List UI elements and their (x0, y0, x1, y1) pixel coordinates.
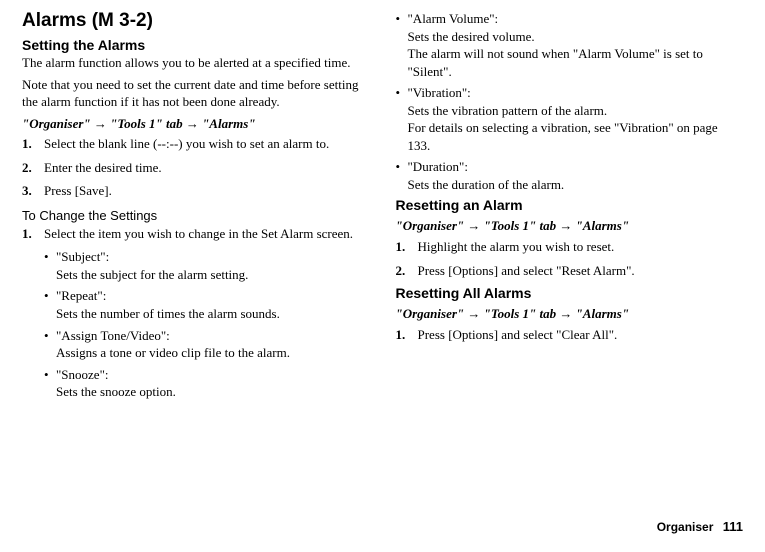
setting-desc: Sets the desired volume. (408, 29, 535, 44)
step-item: 2.Enter the desired time. (22, 159, 370, 177)
change-steps: 1.Select the item you wish to change in … (22, 225, 370, 243)
list-item: "Snooze": Sets the snooze option. (44, 366, 370, 401)
heading-setting-alarms: Setting the Alarms (22, 37, 370, 53)
nav-segment: "Tools 1" tab (484, 218, 556, 233)
nav-segment: "Tools 1" tab (484, 306, 556, 321)
footer-page-number: 111 (723, 519, 743, 534)
step-number: 1. (396, 238, 418, 256)
setting-desc: For details on selecting a vibration, se… (408, 120, 718, 153)
title-shortcut: (M 3-2) (92, 10, 153, 31)
list-item: "Assign Tone/Video": Assigns a tone or v… (44, 327, 370, 362)
page-title: Alarms (M 3-2) (22, 10, 370, 32)
step-text: Select the blank line (--:--) you wish t… (44, 135, 329, 153)
heading-change-settings: To Change the Settings (22, 208, 370, 223)
step-number: 3. (22, 182, 44, 200)
nav-segment: "Alarms" (576, 306, 629, 321)
title-text: Alarms (22, 10, 86, 31)
list-item: "Vibration": Sets the vibration pattern … (396, 84, 744, 154)
step-number: 1. (22, 225, 44, 243)
nav-path-3: "Organiser" → "Tools 1" tab → "Alarms" (396, 305, 744, 323)
list-item: "Alarm Volume": Sets the desired volume.… (396, 10, 744, 80)
list-item: "Duration": Sets the duration of the ala… (396, 158, 744, 193)
arrow-icon: → (94, 116, 110, 131)
step-item: 1.Press [Options] and select "Clear All"… (396, 326, 744, 344)
nav-segment: "Alarms" (576, 218, 629, 233)
arrow-icon: → (559, 306, 575, 321)
list-item: "Subject": Sets the subject for the alar… (44, 248, 370, 283)
setting-steps: 1.Select the blank line (--:--) you wish… (22, 135, 370, 200)
setting-name: "Alarm Volume": (408, 11, 499, 26)
setting-desc: Sets the duration of the alarm. (408, 177, 565, 192)
reset-steps: 1.Highlight the alarm you wish to reset.… (396, 238, 744, 279)
step-text: Select the item you wish to change in th… (44, 225, 353, 243)
step-text: Enter the desired time. (44, 159, 162, 177)
arrow-icon: → (467, 218, 483, 233)
intro-paragraph-1: The alarm function allows you to be aler… (22, 54, 370, 72)
settings-list: "Subject": Sets the subject for the alar… (22, 248, 370, 400)
nav-path-1: "Organiser" → "Tools 1" tab → "Alarms" (22, 115, 370, 133)
step-number: 2. (22, 159, 44, 177)
reset-all-steps: 1.Press [Options] and select "Clear All"… (396, 326, 744, 344)
step-text: Press [Options] and select "Reset Alarm"… (418, 262, 635, 280)
step-item: 1.Select the blank line (--:--) you wish… (22, 135, 370, 153)
arrow-icon: → (467, 306, 483, 321)
setting-name: "Assign Tone/Video": (56, 328, 170, 343)
setting-desc: Sets the snooze option. (56, 384, 176, 399)
intro-paragraph-2: Note that you need to set the current da… (22, 76, 370, 111)
nav-path-2: "Organiser" → "Tools 1" tab → "Alarms" (396, 217, 744, 235)
setting-desc: Sets the vibration pattern of the alarm. (408, 103, 608, 118)
footer-section-label: Organiser (657, 520, 714, 534)
step-text: Press [Options] and select "Clear All". (418, 326, 618, 344)
setting-name: "Subject": (56, 249, 109, 264)
heading-reset-alarm: Resetting an Alarm (396, 197, 744, 213)
nav-segment: "Organiser" (396, 306, 465, 321)
step-item: 1.Highlight the alarm you wish to reset. (396, 238, 744, 256)
nav-segment: "Organiser" (396, 218, 465, 233)
page-footer: Organiser 111 (657, 519, 743, 534)
setting-desc: Assigns a tone or video clip file to the… (56, 345, 290, 360)
step-item: 1.Select the item you wish to change in … (22, 225, 370, 243)
setting-desc: Sets the number of times the alarm sound… (56, 306, 280, 321)
setting-name: "Duration": (408, 159, 468, 174)
setting-desc: The alarm will not sound when "Alarm Vol… (408, 46, 703, 79)
step-text: Press [Save]. (44, 182, 112, 200)
step-number: 1. (22, 135, 44, 153)
step-item: 2.Press [Options] and select "Reset Alar… (396, 262, 744, 280)
settings-list-continued: "Alarm Volume": Sets the desired volume.… (396, 10, 744, 193)
right-column: "Alarm Volume": Sets the desired volume.… (396, 10, 744, 405)
nav-segment: "Organiser" (22, 116, 91, 131)
heading-reset-all-alarms: Resetting All Alarms (396, 285, 744, 301)
setting-desc: Sets the subject for the alarm setting. (56, 267, 248, 282)
step-number: 1. (396, 326, 418, 344)
setting-name: "Snooze": (56, 367, 109, 382)
left-column: Alarms (M 3-2) Setting the Alarms The al… (22, 10, 370, 405)
nav-segment: "Alarms" (202, 116, 255, 131)
arrow-icon: → (186, 116, 202, 131)
step-item: 3.Press [Save]. (22, 182, 370, 200)
list-item: "Repeat": Sets the number of times the a… (44, 287, 370, 322)
step-text: Highlight the alarm you wish to reset. (418, 238, 615, 256)
step-number: 2. (396, 262, 418, 280)
arrow-icon: → (559, 218, 575, 233)
setting-name: "Repeat": (56, 288, 106, 303)
nav-segment: "Tools 1" tab (110, 116, 182, 131)
setting-name: "Vibration": (408, 85, 471, 100)
